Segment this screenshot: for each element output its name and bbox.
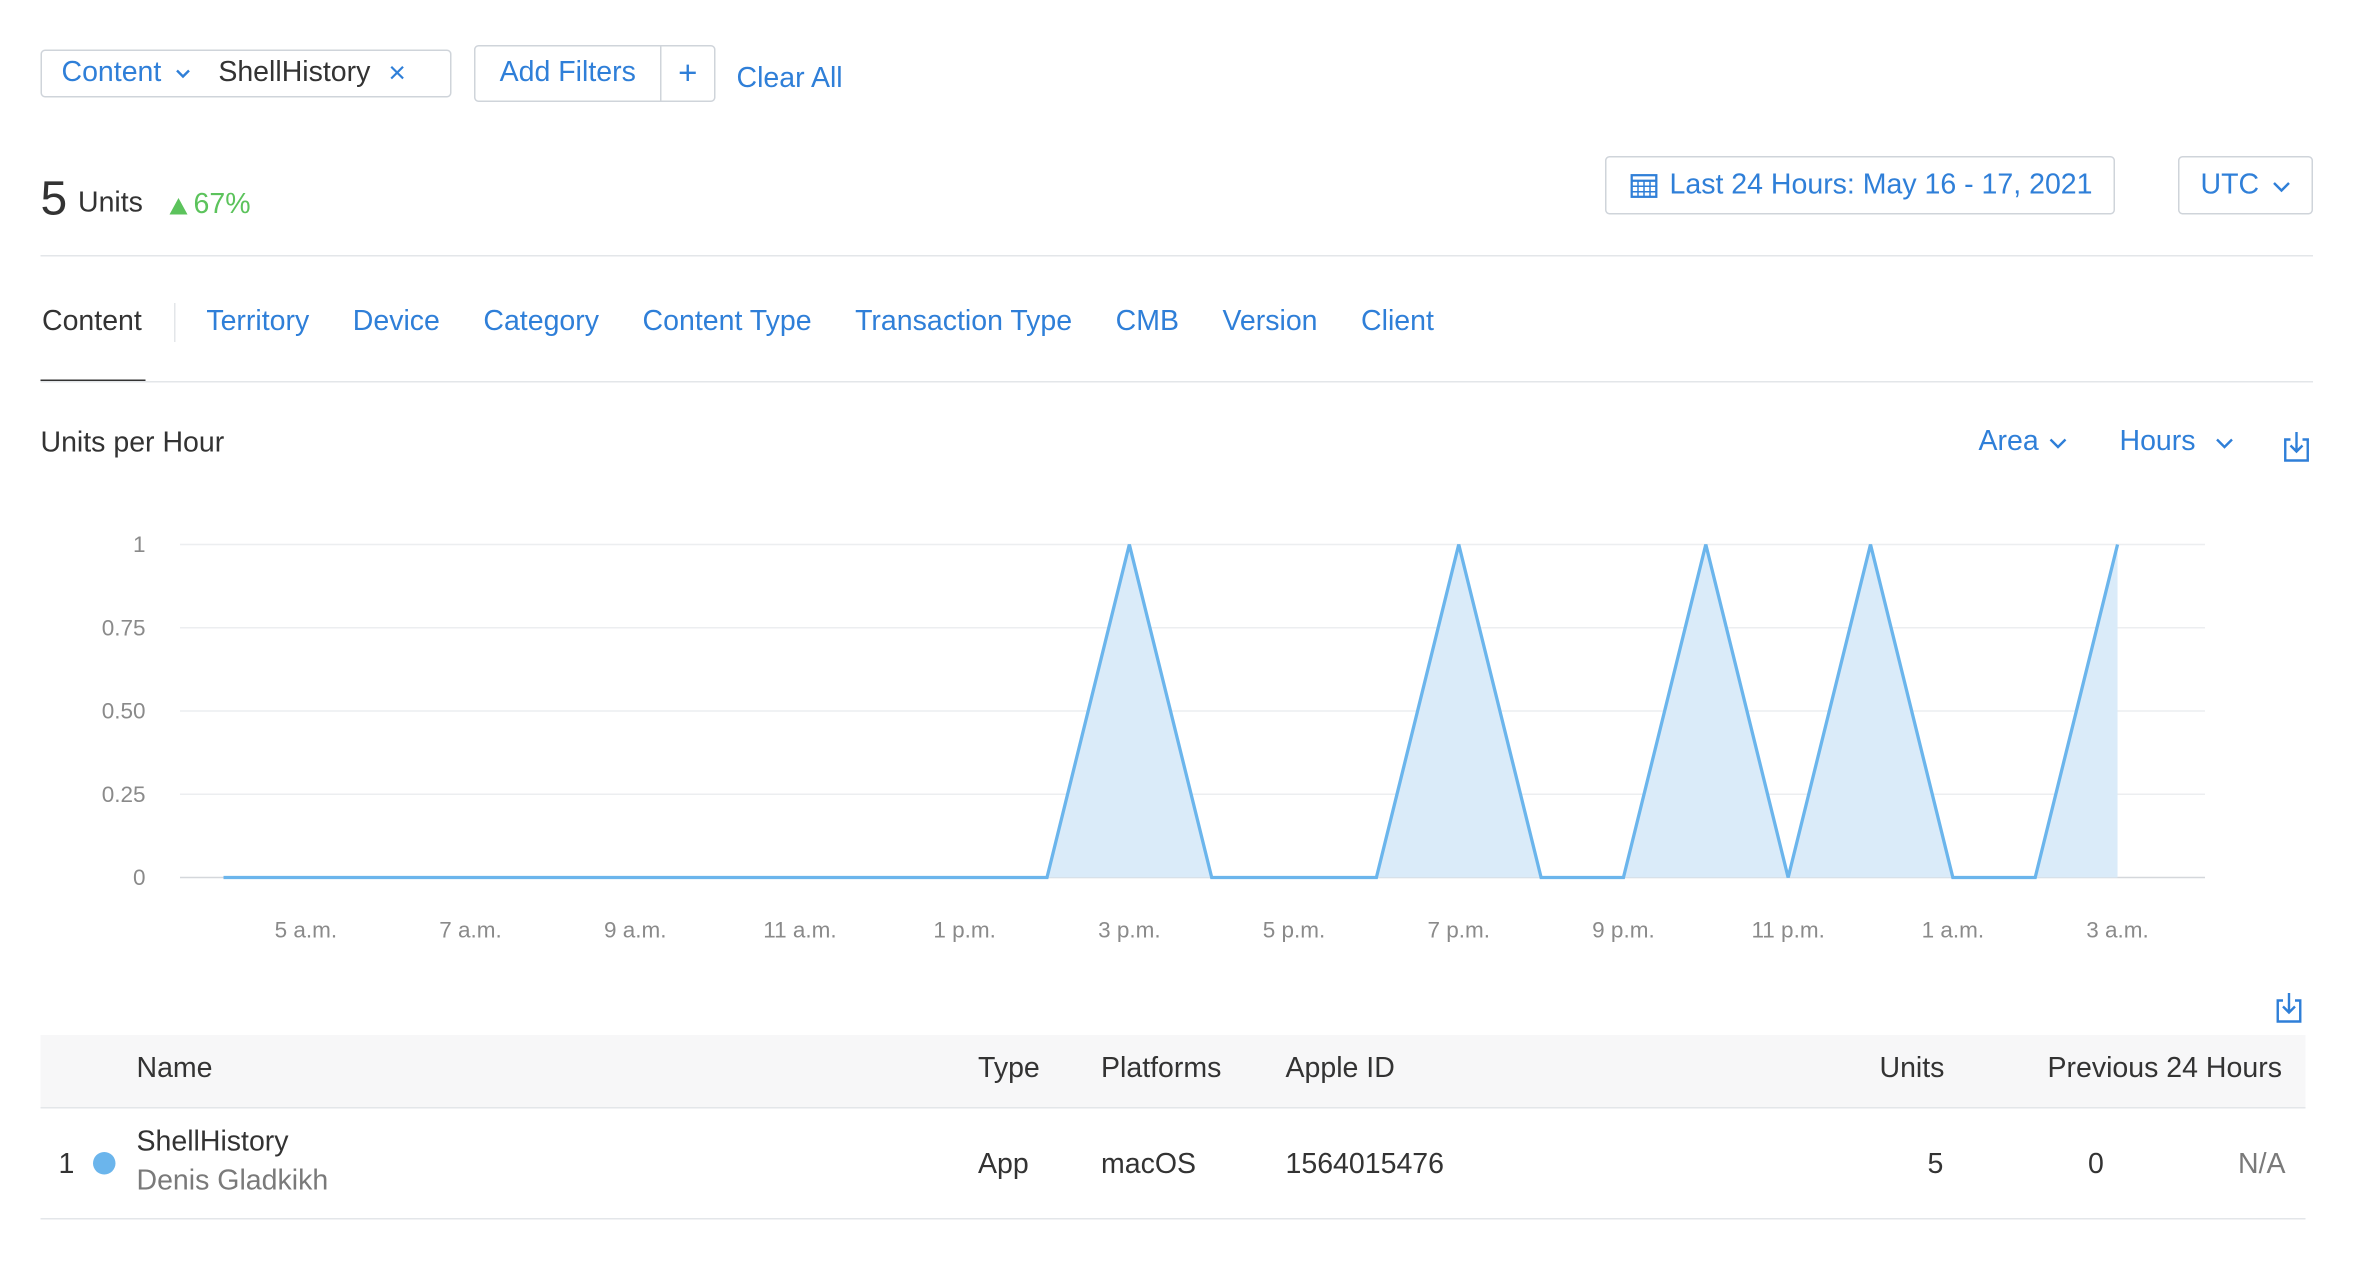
date-range-label: Last 24 Hours: May 16 - 17, 2021 bbox=[1669, 168, 2093, 201]
tab-territory[interactable]: Territory bbox=[206, 306, 309, 339]
x-tick-label: 7 a.m. bbox=[439, 918, 502, 943]
tab-content-type[interactable]: Content Type bbox=[643, 306, 812, 339]
x-tick-label: 9 a.m. bbox=[604, 918, 667, 943]
tab-device[interactable]: Device bbox=[353, 306, 440, 339]
column-header-platforms[interactable]: Platforms bbox=[1101, 1053, 1221, 1086]
download-icon[interactable] bbox=[2282, 431, 2312, 464]
x-tick-label: 5 p.m. bbox=[1263, 918, 1326, 943]
add-filters-button[interactable]: Add Filters bbox=[476, 46, 662, 101]
column-header-previous[interactable]: Previous 24 Hours bbox=[2048, 1053, 2282, 1086]
x-tick-label: 9 p.m. bbox=[1592, 918, 1655, 943]
table-header: Name Type Platforms Apple ID Units Previ… bbox=[40, 1035, 2306, 1109]
arrow-up-icon bbox=[169, 197, 188, 214]
chevron-down-icon bbox=[2273, 181, 2290, 192]
change-percent: 67% bbox=[193, 189, 251, 221]
units-cell: 5 bbox=[1927, 1149, 1944, 1181]
app-root: Content ShellHistory × Add Filters + Cle… bbox=[0, 0, 2355, 1262]
chevron-down-icon bbox=[2215, 438, 2233, 449]
app-name[interactable]: ShellHistory bbox=[137, 1127, 289, 1160]
tab-content[interactable]: Content bbox=[42, 306, 142, 339]
plus-icon[interactable]: + bbox=[662, 47, 715, 101]
calendar-icon bbox=[1630, 173, 1658, 198]
tab-transaction-type[interactable]: Transaction Type bbox=[855, 306, 1072, 339]
interval-dropdown[interactable]: Hours bbox=[2120, 426, 2235, 459]
x-tick-label: 7 p.m. bbox=[1427, 918, 1490, 943]
developer-name: Denis Gladkikh bbox=[136, 1165, 329, 1198]
change-cell: N/A bbox=[2238, 1149, 2286, 1181]
column-header-name[interactable]: Name bbox=[137, 1053, 213, 1086]
column-header-units[interactable]: Units bbox=[1880, 1053, 1945, 1086]
x-tick-label: 1 a.m. bbox=[1922, 918, 1985, 943]
units-total: 5 bbox=[40, 171, 68, 225]
chart-type-label: Area bbox=[1978, 426, 2039, 458]
previous-cell: 0 bbox=[2088, 1149, 2104, 1181]
y-tick-label: 0 bbox=[133, 865, 146, 890]
y-tick-label: 1 bbox=[133, 532, 146, 557]
close-icon[interactable]: × bbox=[388, 59, 406, 89]
table-row[interactable]: 1 ShellHistory Denis Gladkikh App macOS … bbox=[41, 1109, 2306, 1219]
x-tick-label: 3 a.m. bbox=[2086, 918, 2149, 943]
column-header-type[interactable]: Type bbox=[978, 1053, 1040, 1086]
change-indicator: 67% bbox=[169, 189, 251, 222]
divider bbox=[40, 255, 2313, 257]
chart-title: Units per Hour bbox=[40, 427, 225, 460]
chart-type-dropdown[interactable]: Area bbox=[1979, 426, 2069, 459]
units-label: Units bbox=[78, 187, 143, 220]
platforms-cell: macOS bbox=[1101, 1149, 1197, 1181]
date-range-button[interactable]: Last 24 Hours: May 16 - 17, 2021 bbox=[1605, 156, 2115, 215]
row-rank: 1 bbox=[58, 1149, 75, 1181]
add-filters-control: Add Filters + bbox=[474, 45, 716, 102]
timezone-dropdown[interactable]: UTC bbox=[2178, 156, 2313, 215]
interval-label: Hours bbox=[2119, 426, 2196, 458]
type-cell: App bbox=[978, 1149, 1029, 1181]
dimension-tabs: Content Territory Device Category Conten… bbox=[42, 303, 1477, 342]
tab-version[interactable]: Version bbox=[1222, 306, 1317, 339]
y-tick-label: 0.75 bbox=[102, 615, 146, 640]
y-tick-label: 0.50 bbox=[102, 699, 146, 724]
filter-dimension-label[interactable]: Content bbox=[62, 57, 162, 90]
apple-id-cell: 1564015476 bbox=[1285, 1149, 1445, 1181]
series-color-dot bbox=[93, 1152, 116, 1175]
x-tick-label: 3 p.m. bbox=[1098, 918, 1161, 943]
column-header-apple-id[interactable]: Apple ID bbox=[1286, 1053, 1395, 1086]
x-tick-label: 11 a.m. bbox=[763, 918, 836, 943]
download-icon[interactable] bbox=[2274, 992, 2304, 1025]
chevron-down-icon[interactable] bbox=[173, 65, 191, 83]
clear-all-link[interactable]: Clear All bbox=[737, 63, 843, 96]
tab-separator bbox=[173, 303, 175, 342]
tab-category[interactable]: Category bbox=[483, 306, 599, 339]
filter-value: ShellHistory bbox=[218, 57, 371, 89]
content-filter-chip[interactable]: Content ShellHistory × bbox=[40, 49, 452, 98]
x-tick-label: 11 p.m. bbox=[1751, 918, 1824, 943]
chevron-down-icon bbox=[2049, 438, 2067, 449]
divider bbox=[40, 381, 2313, 383]
y-tick-label: 0.25 bbox=[102, 782, 146, 807]
tab-client[interactable]: Client bbox=[1361, 306, 1434, 339]
units-per-hour-chart: 0 0.25 0.50 0.75 1 5 a.m. 7 a.m. 9 a.m. 11 a.m. 1… bbox=[102, 532, 2205, 943]
x-tick-label: 1 p.m. bbox=[933, 918, 996, 943]
timezone-label: UTC bbox=[2200, 168, 2260, 201]
x-tick-label: 5 a.m. bbox=[275, 918, 338, 943]
divider bbox=[40, 1218, 2306, 1220]
tab-cmb[interactable]: CMB bbox=[1116, 306, 1179, 339]
